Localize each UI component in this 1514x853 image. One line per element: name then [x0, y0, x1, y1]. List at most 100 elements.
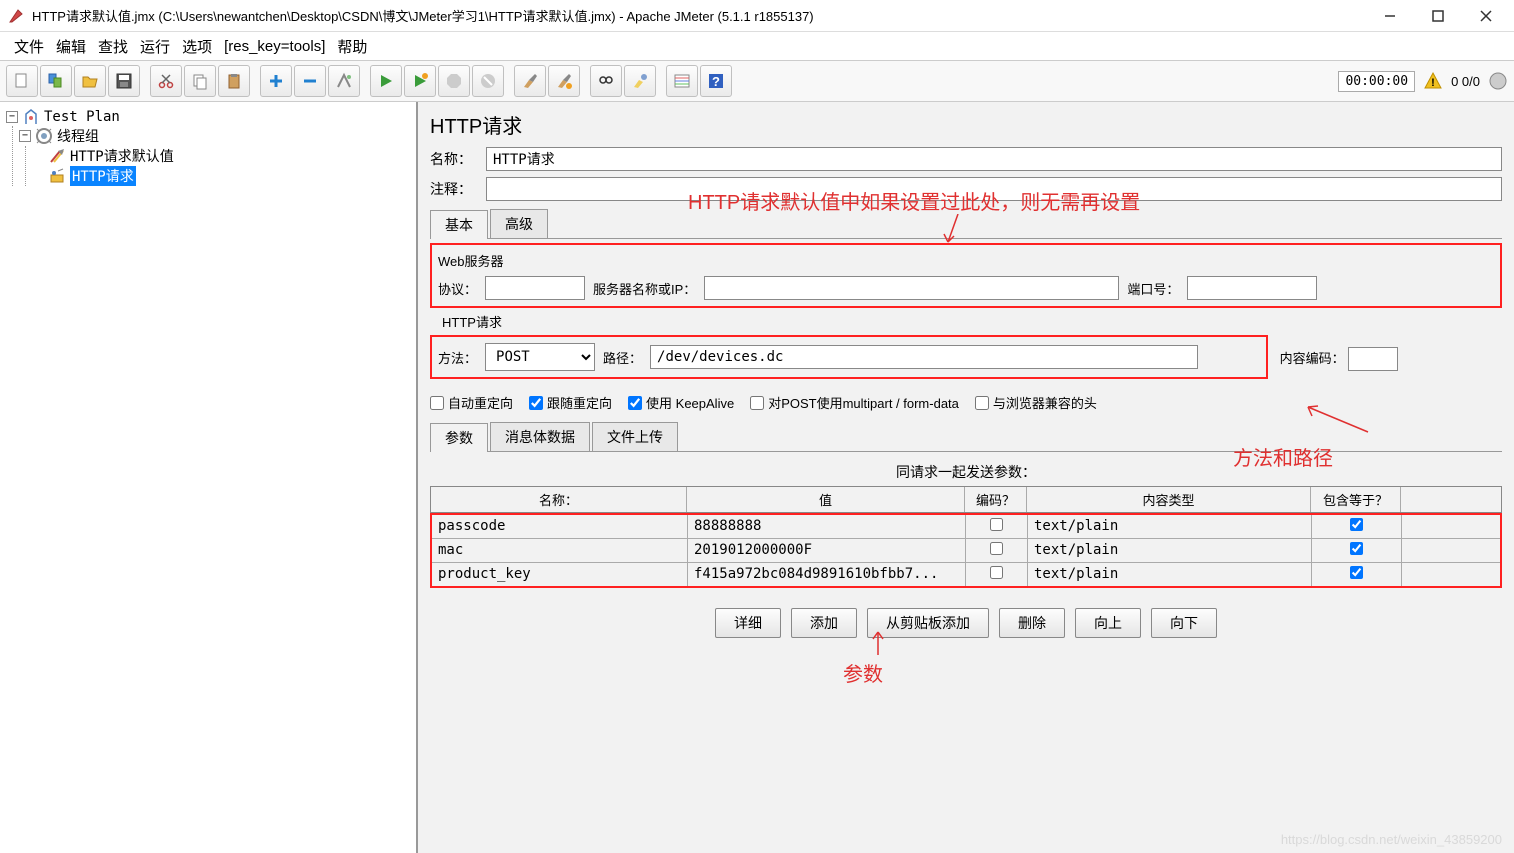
menu-edit[interactable]: 编辑 [52, 34, 90, 59]
thread-counts: 0 0/0 [1451, 74, 1480, 89]
start-icon[interactable] [370, 65, 402, 97]
server-label: 服务器名称或IP： [593, 279, 696, 298]
subtab-files[interactable]: 文件上传 [592, 422, 678, 451]
param-eq-checkbox[interactable] [1350, 542, 1363, 555]
expander-testplan[interactable]: − [6, 111, 18, 123]
start-noTimers-icon[interactable] [404, 65, 436, 97]
menu-run[interactable]: 运行 [136, 34, 174, 59]
httpreq-legend: HTTP请求 [442, 312, 1502, 331]
expand-icon[interactable] [260, 65, 292, 97]
expander-threadgroup[interactable]: − [19, 130, 31, 142]
tab-advanced[interactable]: 高级 [490, 209, 548, 238]
method-label: 方法： [438, 348, 477, 367]
open-icon[interactable] [74, 65, 106, 97]
param-encode-checkbox[interactable] [990, 566, 1003, 579]
port-label: 端口号： [1127, 279, 1179, 298]
tree-httpdefaults[interactable]: HTTP请求默认值 [70, 146, 174, 166]
path-label: 路径： [603, 348, 642, 367]
httprequest-icon [48, 167, 66, 185]
menu-tools[interactable]: [res_key=tools] [220, 36, 329, 57]
status-icon [1488, 71, 1508, 91]
close-button[interactable] [1474, 4, 1498, 28]
toggle-icon[interactable] [328, 65, 360, 97]
cb-follow-redirect[interactable]: 跟随重定向 [529, 393, 612, 412]
param-eq-checkbox[interactable] [1350, 518, 1363, 531]
up-button[interactable]: 向上 [1075, 608, 1141, 638]
param-table[interactable]: passcode 88888888 text/plain mac 2019012… [430, 513, 1502, 588]
tree-panel: − Test Plan − 线程组 HTTP请求默认值 [0, 102, 418, 853]
method-path-highlight: 方法： POST 路径： [430, 335, 1268, 379]
menubar: 文件 编辑 查找 运行 选项 [res_key=tools] 帮助 [0, 32, 1514, 60]
paste-icon[interactable] [218, 65, 250, 97]
elapsed-time: 00:00:00 [1338, 71, 1415, 92]
annotation-defaults: HTTP请求默认值中如果设置过此处，则无需再设置 [688, 186, 1140, 215]
protocol-input[interactable] [485, 276, 585, 300]
delete-button[interactable]: 删除 [999, 608, 1065, 638]
tree-threadgroup[interactable]: 线程组 [57, 126, 99, 146]
server-input[interactable] [704, 276, 1119, 300]
titlebar: HTTP请求默认值.jmx (C:\Users\newantchen\Deskt… [0, 0, 1514, 32]
arrow-up-icon [863, 627, 893, 657]
watermark: https://blog.csdn.net/weixin_43859200 [1281, 832, 1502, 847]
app-icon [8, 8, 24, 24]
templates-icon[interactable] [40, 65, 72, 97]
svg-text:?: ? [712, 74, 720, 89]
encoding-label: 内容编码： [1280, 351, 1345, 366]
panel-title: HTTP请求 [430, 110, 1502, 139]
param-eq-checkbox[interactable] [1350, 566, 1363, 579]
httpdefaults-icon [48, 147, 66, 165]
params-section-title: 同请求一起发送参数： [430, 462, 1502, 482]
function-helper-icon[interactable] [666, 65, 698, 97]
path-input[interactable] [650, 345, 1198, 369]
add-button[interactable]: 添加 [791, 608, 857, 638]
tree-httprequest[interactable]: HTTP请求 [70, 166, 136, 186]
new-icon[interactable] [6, 65, 38, 97]
tree-testplan[interactable]: Test Plan [44, 109, 120, 125]
comment-label: 注释： [430, 179, 478, 199]
cb-multipart[interactable]: 对POST使用multipart / form-data [750, 393, 959, 412]
cb-auto-redirect[interactable]: 自动重定向 [430, 393, 513, 412]
tab-basic[interactable]: 基本 [430, 210, 488, 239]
help-icon[interactable]: ? [700, 65, 732, 97]
clear-all-icon[interactable] [548, 65, 580, 97]
menu-file[interactable]: 文件 [10, 34, 48, 59]
threadgroup-icon [35, 127, 53, 145]
copy-icon[interactable] [184, 65, 216, 97]
collapse-icon[interactable] [294, 65, 326, 97]
minimize-button[interactable] [1378, 4, 1402, 28]
cb-keepalive[interactable]: 使用 KeepAlive [628, 393, 734, 412]
search-icon[interactable] [590, 65, 622, 97]
shutdown-icon[interactable] [472, 65, 504, 97]
name-input[interactable] [486, 147, 1502, 171]
reset-search-icon[interactable] [624, 65, 656, 97]
name-label: 名称： [430, 149, 478, 169]
param-table-header: 名称： 值 编码？ 内容类型 包含等于？ [430, 486, 1502, 513]
subtab-body[interactable]: 消息体数据 [490, 422, 590, 451]
cut-icon[interactable] [150, 65, 182, 97]
menu-search[interactable]: 查找 [94, 34, 132, 59]
menu-help[interactable]: 帮助 [333, 34, 371, 59]
clear-icon[interactable] [514, 65, 546, 97]
toolbar: ? 00:00:00 ! 0 0/0 [0, 60, 1514, 102]
arrow-down-icon [938, 214, 978, 249]
svg-text:!: ! [1431, 77, 1435, 89]
param-encode-checkbox[interactable] [990, 542, 1003, 555]
down-button[interactable]: 向下 [1151, 608, 1217, 638]
param-encode-checkbox[interactable] [990, 518, 1003, 531]
encoding-input[interactable] [1348, 347, 1398, 371]
cb-browser-compat[interactable]: 与浏览器兼容的头 [975, 393, 1097, 412]
webserver-highlight: Web服务器 协议： 服务器名称或IP： 端口号： [430, 243, 1502, 308]
annotation-params: 参数 [843, 658, 883, 687]
param-row: passcode 88888888 text/plain [432, 515, 1500, 539]
save-icon[interactable] [108, 65, 140, 97]
method-select[interactable]: POST [485, 343, 595, 371]
menu-options[interactable]: 选项 [178, 34, 216, 59]
maximize-button[interactable] [1426, 4, 1450, 28]
testplan-icon [22, 108, 40, 126]
stop-icon[interactable] [438, 65, 470, 97]
detail-button[interactable]: 详细 [715, 608, 781, 638]
webserver-legend: Web服务器 [438, 251, 1494, 270]
subtab-params[interactable]: 参数 [430, 423, 488, 452]
protocol-label: 协议： [438, 279, 477, 298]
port-input[interactable] [1187, 276, 1317, 300]
